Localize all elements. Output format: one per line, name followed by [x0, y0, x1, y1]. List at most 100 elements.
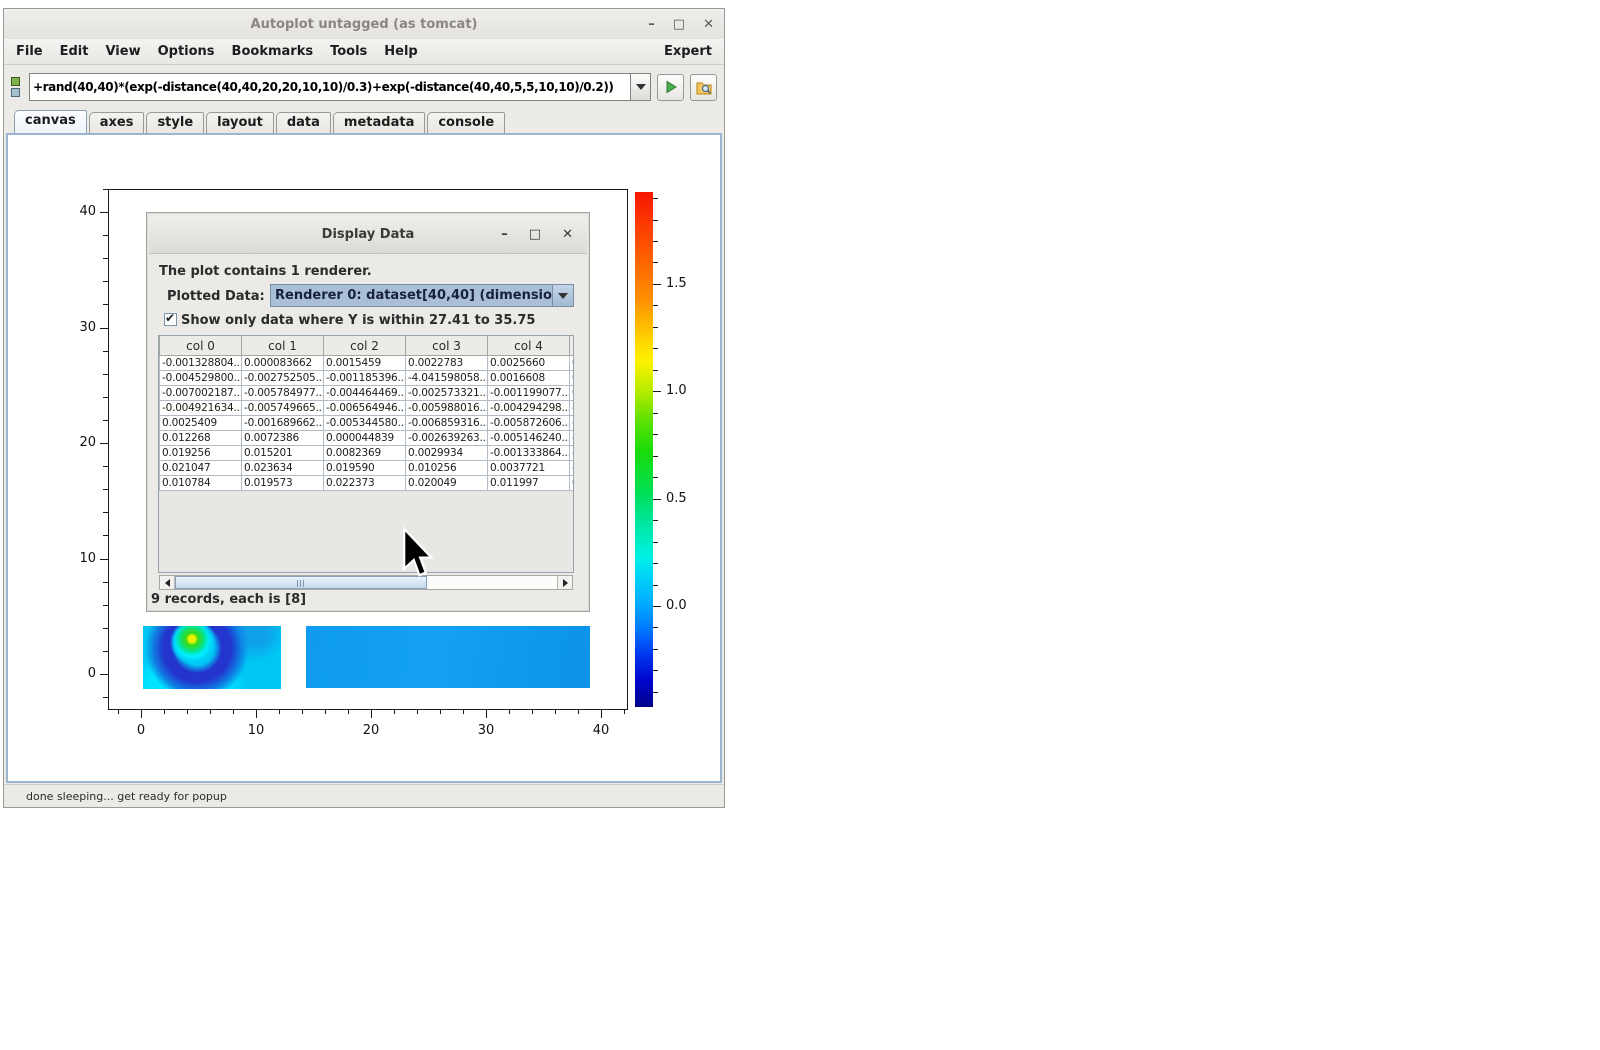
tab-data[interactable]: data: [276, 112, 331, 133]
table-cell[interactable]: -0.0: [570, 431, 575, 446]
table-cell[interactable]: 0.019573: [242, 476, 324, 491]
table-cell[interactable]: -0.005344580...: [324, 416, 406, 431]
table-cell[interactable]: -0.004529800...: [160, 371, 242, 386]
dialog-titlebar[interactable]: Display Data – □ ✕: [149, 215, 587, 254]
horizontal-scrollbar[interactable]: [159, 575, 573, 590]
table-cell[interactable]: 0.00: [570, 356, 575, 371]
tab-console[interactable]: console: [427, 112, 505, 133]
table-cell[interactable]: 0.010784: [160, 476, 242, 491]
menu-item-file[interactable]: File: [16, 44, 43, 59]
table-cell[interactable]: 0.015201: [242, 446, 324, 461]
menu-item-options[interactable]: Options: [158, 44, 215, 59]
table-cell[interactable]: -0.001328804...: [160, 356, 242, 371]
table-header[interactable]: col 4: [488, 336, 570, 356]
table-cell[interactable]: -0.001333864...: [488, 446, 570, 461]
inspect-uri-button[interactable]: [690, 74, 717, 101]
maximize-icon[interactable]: □: [673, 18, 685, 31]
tab-style[interactable]: style: [146, 112, 204, 133]
table-cell[interactable]: 0.0016608: [488, 371, 570, 386]
table-cell[interactable]: -0.005784977...: [242, 386, 324, 401]
axis-tick: [279, 710, 280, 714]
filter-checkbox[interactable]: [164, 313, 177, 326]
table-cell[interactable]: -0.0: [570, 461, 575, 476]
table-cell[interactable]: 0.0025409: [160, 416, 242, 431]
table-cell[interactable]: 0.019590: [324, 461, 406, 476]
table-cell[interactable]: -0.005872606...: [488, 416, 570, 431]
table-cell[interactable]: -0.005749665...: [242, 401, 324, 416]
tab-metadata[interactable]: metadata: [333, 112, 425, 133]
table-header[interactable]: col 2: [324, 336, 406, 356]
table-cell[interactable]: -0.0: [570, 401, 575, 416]
table-header[interactable]: col 1: [242, 336, 324, 356]
close-icon[interactable]: ✕: [703, 18, 714, 31]
dialog-maximize-icon[interactable]: □: [529, 228, 541, 241]
table-cell[interactable]: -0.006859316...: [406, 416, 488, 431]
axis-tick: [187, 710, 188, 714]
dialog-minimize-icon[interactable]: –: [501, 228, 508, 241]
table-cell[interactable]: 0.0082369: [324, 446, 406, 461]
table-header[interactable]: col 0: [160, 336, 242, 356]
table-cell[interactable]: 0.021047: [160, 461, 242, 476]
axis-tick: [653, 692, 658, 693]
records-count-text: 9 records, each is [8]: [151, 592, 306, 607]
axis-tick: [348, 710, 349, 714]
table-cell[interactable]: 0.023634: [242, 461, 324, 476]
table-cell[interactable]: 0.0022783: [406, 356, 488, 371]
table-header[interactable]: col 3: [406, 336, 488, 356]
table-cell[interactable]: 0.0029934: [406, 446, 488, 461]
plot-go-button[interactable]: [657, 74, 684, 101]
uri-dropdown-button[interactable]: [630, 73, 651, 101]
uri-input[interactable]: [29, 73, 630, 101]
table-cell[interactable]: -0.0: [570, 446, 575, 461]
table-cell[interactable]: -0.005988016...: [406, 401, 488, 416]
table-cell[interactable]: -0.002639263...: [406, 431, 488, 446]
table-cell[interactable]: 0.00: [570, 386, 575, 401]
minimize-icon[interactable]: –: [648, 18, 655, 31]
table-cell[interactable]: 0.0025660: [488, 356, 570, 371]
scroll-right-button[interactable]: [557, 576, 572, 589]
tab-axes[interactable]: axes: [89, 112, 145, 133]
table-cell[interactable]: -0.006564946...: [324, 401, 406, 416]
table-cell[interactable]: 0.010256: [406, 461, 488, 476]
table-cell[interactable]: 0.0037721: [488, 461, 570, 476]
menu-item-tools[interactable]: Tools: [330, 44, 367, 59]
table-cell[interactable]: 0.00: [570, 476, 575, 491]
window-titlebar[interactable]: Autoplot untagged (as tomcat) – □ ✕: [4, 9, 724, 40]
table-cell[interactable]: -4.041598058...: [406, 371, 488, 386]
menu-item-edit[interactable]: Edit: [60, 44, 89, 59]
table-header[interactable]: [570, 336, 575, 356]
table-cell[interactable]: 0.011997: [488, 476, 570, 491]
table-cell[interactable]: -0.002752505...: [242, 371, 324, 386]
table-cell[interactable]: -0.002573321...: [406, 386, 488, 401]
dialog-close-icon[interactable]: ✕: [562, 228, 573, 241]
table-cell[interactable]: 0.0015459: [324, 356, 406, 371]
table-cell[interactable]: -0.001185396...: [324, 371, 406, 386]
scrollbar-thumb[interactable]: [175, 576, 427, 589]
table-cell[interactable]: -0.004921634...: [160, 401, 242, 416]
expert-toggle[interactable]: Expert: [664, 44, 712, 59]
plotted-data-combobox[interactable]: Renderer 0: dataset[40,40] (dimension...: [270, 284, 574, 307]
menubar-items: File Edit View Options Bookmarks Tools Help: [16, 44, 435, 59]
table-cell[interactable]: -0.0: [570, 416, 575, 431]
table-cell[interactable]: -0.004464469...: [324, 386, 406, 401]
table-cell[interactable]: 0.000044839: [324, 431, 406, 446]
table-cell[interactable]: -0.001199077...: [488, 386, 570, 401]
tab-canvas[interactable]: canvas: [14, 110, 87, 133]
table-cell[interactable]: -0.001689662...: [242, 416, 324, 431]
table-cell[interactable]: 0.012268: [160, 431, 242, 446]
table-cell[interactable]: 0.000083662: [242, 356, 324, 371]
scroll-left-button[interactable]: [160, 576, 175, 589]
menu-item-help[interactable]: Help: [384, 44, 417, 59]
table-cell[interactable]: 0.020049: [406, 476, 488, 491]
table-cell[interactable]: -0.007002187...: [160, 386, 242, 401]
menu-item-view[interactable]: View: [105, 44, 140, 59]
table-cell[interactable]: -0.005146240...: [488, 431, 570, 446]
combobox-arrow-button[interactable]: [552, 285, 573, 306]
table-cell[interactable]: 0.0072386: [242, 431, 324, 446]
menu-item-bookmarks[interactable]: Bookmarks: [232, 44, 314, 59]
table-cell[interactable]: 0.022373: [324, 476, 406, 491]
table-cell[interactable]: -0.004294298...: [488, 401, 570, 416]
table-cell[interactable]: 0.019256: [160, 446, 242, 461]
table-cell[interactable]: 0.00: [570, 371, 575, 386]
tab-layout[interactable]: layout: [206, 112, 274, 133]
